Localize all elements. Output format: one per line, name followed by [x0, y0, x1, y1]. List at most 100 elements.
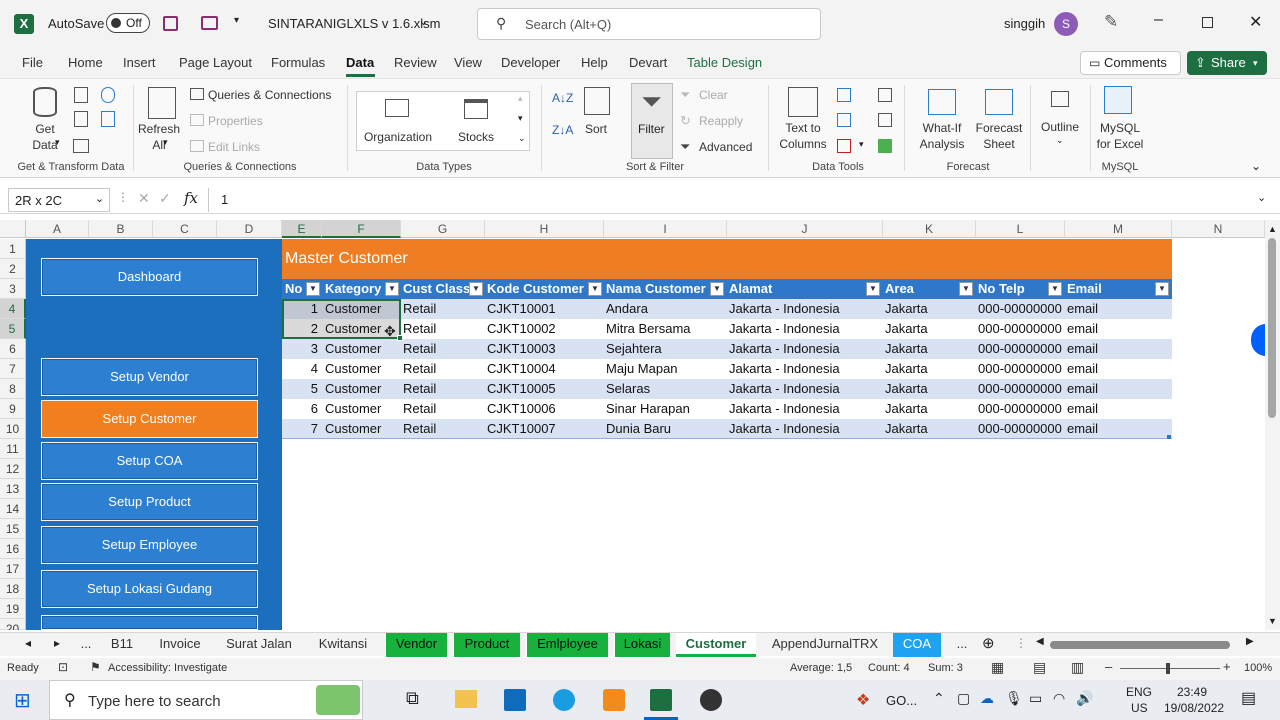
sheet-tab-b11[interactable]: B11 [100, 633, 144, 657]
cell-email[interactable]: email [1067, 339, 1167, 359]
avatar[interactable]: S [1054, 12, 1078, 36]
dropbox-icon[interactable] [1251, 324, 1265, 356]
custom-quick-access-icon[interactable] [201, 16, 218, 30]
cell-alamat[interactable]: Jakarta - Indonesia [729, 379, 881, 399]
filter-kode-customer-dropdown-icon[interactable]: ▼ [588, 282, 602, 296]
cell-no-telp[interactable]: 000-00000000 [978, 419, 1064, 439]
search-box[interactable]: ⚲ Search (Alt+Q) [477, 8, 821, 40]
microphone-icon[interactable]: 🎙 [1005, 690, 1023, 707]
cell-alamat[interactable]: Jakarta - Indonesia [729, 359, 881, 379]
tray-icon-1[interactable]: ▢ [957, 690, 970, 707]
cell-email[interactable]: email [1067, 299, 1167, 319]
hscroll-left-icon[interactable]: ◀ [1036, 636, 1044, 647]
onedrive-icon[interactable]: ☁ [980, 690, 994, 707]
outlook-icon[interactable] [504, 689, 526, 711]
excel-taskbar-icon[interactable] [650, 689, 672, 711]
zoom-out-icon[interactable]: – [1105, 659, 1112, 674]
filter-nama-customer-dropdown-icon[interactable]: ▼ [710, 282, 724, 296]
share-button[interactable]: ⇪ Share ▾ [1187, 51, 1267, 75]
properties-button[interactable]: Properties [208, 114, 263, 128]
cell-cust-class[interactable]: Retail [403, 379, 483, 399]
scroll-sheets-right-icon[interactable]: ▸ [54, 636, 60, 650]
cell-alamat[interactable]: Jakarta - Indonesia [729, 419, 881, 439]
worksheet-grid[interactable]: A B C D E F G H I J K L M N 1 2 3 4 5 6 … [0, 220, 1265, 630]
clock-time[interactable]: 23:49 [1177, 685, 1207, 699]
cell-alamat[interactable]: Jakarta - Indonesia [729, 399, 881, 419]
select-all-corner[interactable] [0, 220, 26, 238]
cell-nama-customer[interactable]: Andara [606, 299, 726, 319]
cell-no-telp[interactable]: 000-00000000 [978, 319, 1064, 339]
remove-duplicates-icon[interactable] [837, 113, 851, 127]
pen-icon[interactable]: ✎ [1104, 12, 1118, 32]
weather-icon[interactable]: ❖ [856, 690, 870, 710]
wifi-icon[interactable]: ◠ [1053, 690, 1065, 707]
cell-no[interactable]: 5 [282, 379, 320, 399]
row-header-14[interactable]: 14 [0, 499, 26, 519]
tab-page-layout[interactable]: Page Layout [179, 55, 252, 70]
cell-cust-class[interactable]: Retail [403, 419, 483, 439]
filter-kategory-dropdown-icon[interactable]: ▼ [385, 282, 399, 296]
column-header-i[interactable]: I [604, 220, 727, 238]
gallery-scroll-up-icon[interactable]: ▴ [518, 93, 523, 104]
page-break-view-icon[interactable]: ▥ [1071, 659, 1084, 676]
clear-filter-button[interactable]: Clear [699, 88, 728, 102]
row-header-16[interactable]: 16 [0, 539, 26, 559]
cell-area[interactable]: Jakarta [885, 359, 975, 379]
gallery-scroll-down-icon[interactable]: ▾ [518, 113, 523, 124]
autosave-toggle[interactable]: Off [106, 13, 150, 33]
file-explorer-icon[interactable] [455, 690, 477, 708]
row-header-15[interactable]: 15 [0, 519, 26, 539]
tab-review[interactable]: Review [394, 55, 437, 70]
row-header-19[interactable]: 19 [0, 599, 26, 619]
cell-kategory[interactable]: Customer [325, 399, 399, 419]
row-header-10[interactable]: 10 [0, 419, 26, 439]
row-header-20[interactable]: 20 [0, 619, 26, 630]
page-layout-view-icon[interactable]: ▤ [1033, 659, 1046, 676]
cell-alamat[interactable]: Jakarta - Indonesia [729, 339, 881, 359]
cell-email[interactable]: email [1067, 419, 1167, 439]
cell-kode-customer[interactable]: CJKT10002 [487, 319, 602, 339]
column-header-d[interactable]: D [217, 220, 282, 238]
row-header-13[interactable]: 13 [0, 479, 26, 499]
cell-cust-class[interactable]: Retail [403, 339, 483, 359]
forecast-sheet-button[interactable]: Forecast Sheet [972, 120, 1026, 152]
language-secondary[interactable]: US [1131, 701, 1148, 715]
battery-icon[interactable]: ▭ [1029, 690, 1042, 707]
row-header-2[interactable]: 2 [0, 259, 26, 279]
vertical-scroll-thumb[interactable] [1268, 238, 1276, 418]
cell-nama-customer[interactable]: Mitra Bersama [606, 319, 726, 339]
filter-no-telp-dropdown-icon[interactable]: ▼ [1048, 282, 1062, 296]
nav-button-partial[interactable] [41, 615, 258, 630]
existing-connections-icon[interactable] [73, 139, 89, 153]
cell-kode-customer[interactable]: CJKT10001 [487, 299, 602, 319]
row-header-1[interactable]: 1 [0, 239, 26, 259]
taskbar-search-box[interactable]: ⚲ Type here to search [49, 680, 363, 720]
what-if-analysis-button[interactable]: What-If Analysis [912, 120, 972, 152]
tab-data[interactable]: Data [346, 55, 374, 70]
clock-date[interactable]: 19/08/2022 [1164, 701, 1224, 715]
cell-kode-customer[interactable]: CJKT10004 [487, 359, 602, 379]
horizontal-scroll-thumb[interactable] [1050, 641, 1230, 649]
comments-button[interactable]: ▭ Comments [1080, 51, 1181, 75]
restore-icon[interactable] [1202, 17, 1213, 28]
column-header-h[interactable]: H [485, 220, 604, 238]
cell-email[interactable]: email [1067, 399, 1167, 419]
cell-email[interactable]: email [1067, 379, 1167, 399]
cell-no[interactable]: 4 [282, 359, 320, 379]
tab-home[interactable]: Home [68, 55, 103, 70]
cell-area[interactable]: Jakarta [885, 339, 975, 359]
cell-email[interactable]: email [1067, 319, 1167, 339]
sublime-icon[interactable] [603, 689, 625, 711]
cell-nama-customer[interactable]: Sejahtera [606, 339, 726, 359]
sort-za-icon[interactable]: Z↓A [552, 123, 573, 137]
insert-function-icon[interactable]: fx [184, 189, 198, 207]
accessibility-icon[interactable]: ⚑ [90, 660, 101, 674]
minimize-icon[interactable]: – [1154, 11, 1163, 29]
get-data-button[interactable]: Get Data [22, 121, 68, 153]
tab-insert[interactable]: Insert [123, 55, 156, 70]
column-header-a[interactable]: A [26, 220, 89, 238]
cell-nama-customer[interactable]: Selaras [606, 379, 726, 399]
add-sheet-icon[interactable]: ⊕ [982, 634, 995, 652]
cell-kategory[interactable]: Customer [325, 419, 399, 439]
column-header-c[interactable]: C [153, 220, 217, 238]
